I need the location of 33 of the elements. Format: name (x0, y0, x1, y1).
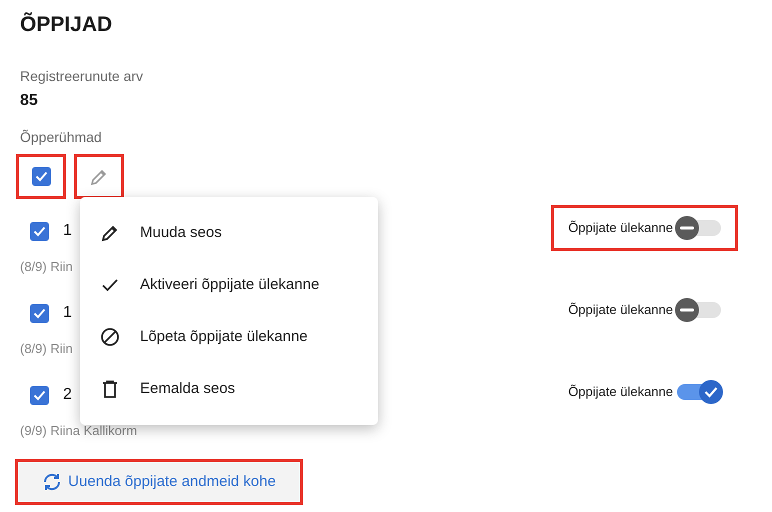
group-subtitle: (8/9) Riin (20, 258, 73, 276)
menu-item[interactable]: Eemalda seos (80, 363, 378, 415)
refresh-button[interactable]: Uuenda õppijate andmeid kohe (15, 459, 303, 505)
transfer-label: Õppijate ülekanne (568, 301, 673, 320)
check-icon (33, 390, 46, 400)
pencil-icon (100, 223, 120, 243)
transfer-label: Õppijate ülekanne (568, 383, 673, 402)
groups-label: Õpperühmad (20, 128, 103, 147)
check-icon (704, 386, 718, 398)
prohibited-icon (100, 327, 120, 347)
minus-icon (680, 308, 694, 312)
group-subtitle: (9/9) Riina Kallikorm (20, 422, 138, 440)
check-icon (33, 226, 46, 236)
checkbox[interactable] (30, 222, 49, 240)
group-name: 1 (63, 221, 72, 241)
registered-count: 85 (20, 91, 39, 111)
group-name: 1 (63, 303, 72, 323)
registered-label: Registreerunute arv (20, 67, 144, 86)
menu-item[interactable]: Aktiveeri õppijate ülekanne (80, 259, 378, 311)
checkbox[interactable] (30, 304, 49, 322)
page-title: ÕPPIJAD (20, 12, 114, 38)
transfer-label: Õppijate ülekanne (568, 219, 673, 238)
menu-item[interactable]: Lõpeta õppijate ülekanne (80, 311, 378, 363)
group-name: 2 (63, 385, 72, 405)
checkbox[interactable] (32, 167, 50, 186)
check-icon (33, 308, 46, 318)
group-subtitle: (8/9) Riin (20, 340, 73, 358)
menu-item[interactable]: Muuda seos (80, 207, 378, 259)
check-icon (34, 171, 48, 182)
trash-icon (100, 379, 120, 399)
refresh-icon (42, 473, 62, 491)
checkbox[interactable] (30, 386, 49, 404)
minus-icon (680, 226, 694, 230)
